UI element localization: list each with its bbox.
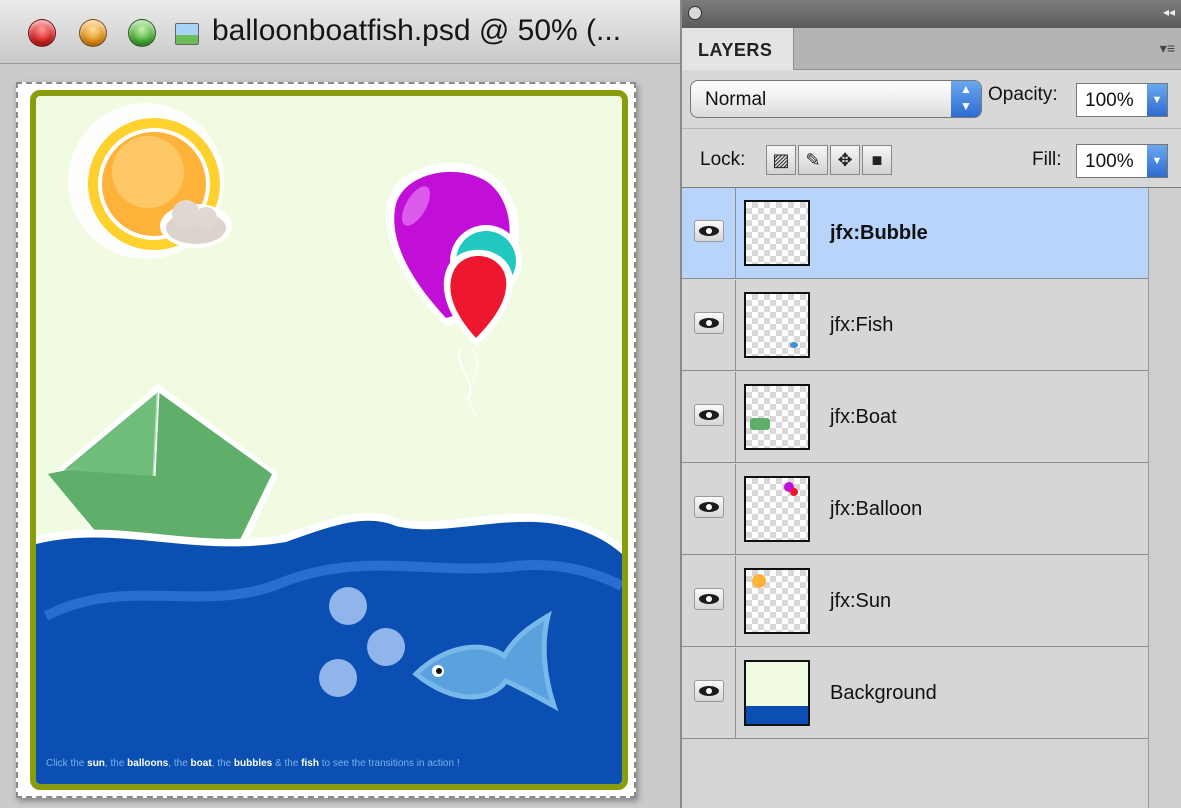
eye-icon[interactable] <box>694 680 724 702</box>
chevron-updown-icon[interactable]: ▲ ▼ <box>951 81 981 117</box>
eye-icon[interactable] <box>694 220 724 242</box>
footer-text: & the <box>275 758 299 769</box>
footer-text: , the <box>104 758 125 769</box>
footer-text: Click the <box>46 758 85 769</box>
artwork-instructions: Click the sun, the balloons, the boat, t… <box>46 758 460 769</box>
document-canvas[interactable]: Click the sun, the balloons, the boat, t… <box>16 82 636 798</box>
fill-field[interactable]: 100% ▼ <box>1076 144 1168 178</box>
layer-name[interactable]: jfx:Sun <box>830 590 891 613</box>
boat-thumb-mark <box>750 418 770 430</box>
tab-layers[interactable]: LAYERS <box>682 28 794 70</box>
opacity-field[interactable]: 100% ▼ <box>1076 83 1168 117</box>
footer-keyword-bubbles: bubbles <box>233 758 273 769</box>
lock-row: Lock: ▨ ✎ ✥ ■ Fill: 100% ▼ <box>682 128 1181 188</box>
layer-name[interactable]: jfx:Boat <box>830 406 897 429</box>
background-thumb-sea <box>746 706 808 724</box>
footer-keyword-fish: fish <box>301 758 319 769</box>
opacity-label: Opacity: <box>988 84 1058 105</box>
panel-menu-icon[interactable]: ▾≡ <box>1160 40 1175 57</box>
eye-icon[interactable] <box>694 588 724 610</box>
footer-text: to see the transitions in action ! <box>321 758 460 769</box>
blend-mode-row: Normal ▲ ▼ Opacity: 100% ▼ <box>682 70 1181 128</box>
layer-name[interactable]: jfx:Bubble <box>830 222 928 245</box>
eye-icon[interactable] <box>694 312 724 334</box>
zoom-window-button[interactable] <box>128 19 156 47</box>
footer-text: , the <box>168 758 188 769</box>
layer-row-bubble[interactable]: jfx:Bubble <box>682 188 1148 279</box>
document-titlebar[interactable]: balloonboatfish.psd @ 50% (... <box>0 0 680 64</box>
lock-all-icon[interactable]: ■ <box>862 145 892 175</box>
visibility-toggle[interactable] <box>682 464 736 554</box>
collapse-panel-icon[interactable]: ◂◂ <box>1163 5 1175 19</box>
visibility-toggle[interactable] <box>682 372 736 462</box>
footer-keyword-sun: sun <box>87 758 105 769</box>
visibility-toggle[interactable] <box>682 280 736 370</box>
panel-titlebar[interactable]: ◂◂ <box>682 0 1181 28</box>
layer-row-balloon[interactable]: jfx:Balloon <box>682 464 1148 555</box>
sun-graphic[interactable] <box>68 103 232 259</box>
artwork-illustration <box>36 103 622 784</box>
chevron-down-icon[interactable]: ▼ <box>1147 145 1167 177</box>
layer-row-fish[interactable]: jfx:Fish <box>682 280 1148 371</box>
layer-thumbnail <box>744 200 810 266</box>
layer-thumbnail <box>744 292 810 358</box>
footer-keyword-boat: boat <box>190 758 212 769</box>
panel-close-button[interactable] <box>688 6 702 20</box>
layer-name[interactable]: Background <box>830 682 937 705</box>
layers-panel: ◂◂ LAYERS ▾≡ Normal ▲ ▼ Opacity: 100% ▼ L… <box>680 0 1181 808</box>
fish-thumb-mark <box>790 342 798 348</box>
lock-image-pixels-icon[interactable]: ✎ <box>798 145 828 175</box>
balloon-thumb-mark <box>790 488 798 496</box>
blend-mode-value: Normal <box>705 89 767 110</box>
artwork[interactable]: Click the sun, the balloons, the boat, t… <box>30 90 628 790</box>
layers-list: jfx:Bubble jfx:Fish jfx:Boat jfx:Balloon <box>682 188 1181 808</box>
layer-thumbnail <box>744 384 810 450</box>
layer-row-background[interactable]: Background <box>682 648 1148 739</box>
sun-thumb-mark <box>752 574 766 588</box>
layer-thumbnail <box>744 476 810 542</box>
footer-keyword-balloons: balloons <box>127 758 169 769</box>
visibility-toggle[interactable] <box>682 188 736 278</box>
fill-label: Fill: <box>1032 149 1062 170</box>
document-title: balloonboatfish.psd @ 50% (... <box>212 14 622 47</box>
layer-name[interactable]: jfx:Fish <box>830 314 893 337</box>
layer-thumbnail <box>744 568 810 634</box>
layer-name[interactable]: jfx:Balloon <box>830 498 922 521</box>
visibility-toggle[interactable] <box>682 648 736 738</box>
layer-row-boat[interactable]: jfx:Boat <box>682 372 1148 463</box>
document-window: balloonboatfish.psd @ 50% (... Click the… <box>0 0 680 808</box>
layers-scrollbar[interactable] <box>1148 188 1181 808</box>
canvas-area[interactable]: Click the sun, the balloons, the boat, t… <box>0 64 680 808</box>
eye-icon[interactable] <box>694 496 724 518</box>
balloons-graphic[interactable] <box>385 162 522 417</box>
lock-position-icon[interactable]: ✥ <box>830 145 860 175</box>
eye-icon[interactable] <box>694 404 724 426</box>
footer-text: , the <box>211 758 232 769</box>
blend-mode-select[interactable]: Normal ▲ ▼ <box>690 80 982 118</box>
opacity-value: 100% <box>1085 90 1134 111</box>
panel-tab-bar: LAYERS ▾≡ <box>682 28 1181 70</box>
image-file-icon <box>175 23 199 45</box>
close-window-button[interactable] <box>28 19 56 47</box>
lock-label: Lock: <box>700 149 746 170</box>
minimize-window-button[interactable] <box>79 19 107 47</box>
lock-transparent-pixels-icon[interactable]: ▨ <box>766 145 796 175</box>
chevron-down-icon[interactable]: ▼ <box>1147 84 1167 116</box>
layer-thumbnail <box>744 660 810 726</box>
layer-row-sun[interactable]: jfx:Sun <box>682 556 1148 647</box>
fill-value: 100% <box>1085 151 1134 172</box>
visibility-toggle[interactable] <box>682 556 736 646</box>
